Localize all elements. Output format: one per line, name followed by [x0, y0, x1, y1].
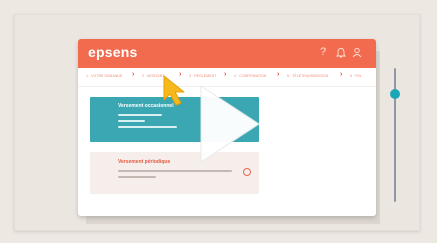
epsens-logo: epsens: [88, 44, 138, 60]
chevron-right-icon: ›: [132, 71, 135, 78]
option-periodic-radio[interactable]: [243, 168, 251, 176]
play-icon[interactable]: [199, 84, 261, 164]
chevron-right-icon: ›: [340, 71, 343, 78]
scroll-slider-knob[interactable]: [390, 89, 400, 99]
chevron-right-icon: ›: [224, 71, 227, 78]
text-placeholder-line: [118, 170, 232, 172]
option-periodic-label: Versement périodique: [118, 159, 171, 165]
text-placeholder-line: [118, 176, 156, 178]
help-icon[interactable]: ?: [320, 47, 326, 58]
step-4[interactable]: 4 · CONFIRMATION: [234, 74, 266, 78]
step-1[interactable]: 1 · VOTRE DEMANDE: [86, 74, 122, 78]
user-icon[interactable]: [352, 47, 362, 61]
text-placeholder-line: [118, 120, 145, 122]
step-6[interactable]: 6 · FIN: [350, 74, 361, 78]
bell-icon[interactable]: [335, 47, 347, 61]
cursor-arrow-icon: [163, 75, 185, 106]
step-5[interactable]: 5 · TÉLÉTRANSMISSION: [287, 74, 328, 78]
text-placeholder-line: [118, 114, 162, 116]
app-header: epsens ?: [78, 39, 376, 68]
text-placeholder-line: [118, 126, 177, 128]
chevron-right-icon: ›: [277, 71, 280, 78]
